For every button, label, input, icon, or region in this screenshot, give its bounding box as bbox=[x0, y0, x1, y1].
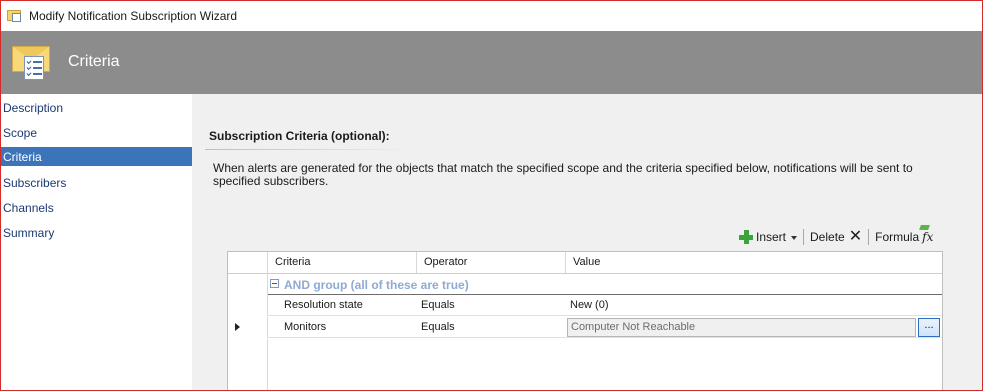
criteria-cell: Monitors bbox=[284, 321, 327, 333]
sidebar-item-channels[interactable]: Channels bbox=[1, 194, 192, 219]
sidebar-item-description[interactable]: Description bbox=[1, 94, 192, 119]
sidebar-item-scope[interactable]: Scope bbox=[1, 119, 192, 144]
envelope-checklist-icon bbox=[12, 42, 52, 84]
wizard-nav: Description Scope Criteria Subscribers C… bbox=[1, 94, 192, 390]
and-group-row[interactable]: AND group (all of these are true) bbox=[268, 275, 942, 295]
wizard-app-icon bbox=[7, 8, 23, 24]
chevron-down-icon bbox=[791, 235, 798, 240]
page-title: Criteria bbox=[68, 53, 120, 70]
column-header-value[interactable]: Value bbox=[566, 252, 942, 273]
browse-button[interactable]: ... bbox=[918, 318, 940, 337]
criteria-grid: Criteria Operator Value AND group (all o… bbox=[227, 251, 943, 390]
sidebar-item-criteria[interactable]: Criteria bbox=[1, 147, 192, 166]
delete-label: Delete bbox=[810, 230, 845, 244]
operator-cell[interactable]: Equals bbox=[421, 317, 455, 338]
section-title: Subscription Criteria (optional): bbox=[209, 129, 390, 143]
column-header-operator[interactable]: Operator bbox=[417, 252, 566, 273]
toolbar-separator bbox=[868, 229, 870, 245]
value-cell[interactable]: New (0) bbox=[570, 295, 609, 316]
delete-button[interactable]: Delete ✕ bbox=[807, 228, 865, 245]
column-header-criteria[interactable]: Criteria bbox=[268, 252, 417, 273]
sidebar-item-subscribers[interactable]: Subscribers bbox=[1, 169, 192, 194]
row-indicator bbox=[228, 274, 268, 295]
section-divider bbox=[205, 149, 413, 150]
insert-button[interactable]: Insert bbox=[736, 230, 800, 244]
operator-cell[interactable]: Equals bbox=[421, 295, 455, 316]
toolbar-separator bbox=[803, 229, 805, 245]
group-label: AND group (all of these are true) bbox=[284, 278, 469, 292]
criteria-description: When alerts are generated for the object… bbox=[213, 161, 913, 188]
collapse-icon[interactable] bbox=[270, 279, 279, 288]
table-row[interactable]: Resolution state Equals New (0) bbox=[228, 295, 942, 316]
delete-icon: ✕ bbox=[848, 228, 863, 245]
row-header-column bbox=[228, 339, 268, 390]
formula-icon: fx bbox=[922, 230, 934, 244]
sidebar-item-summary[interactable]: Summary bbox=[1, 219, 192, 244]
wizard-window: Modify Notification Subscription Wizard … bbox=[0, 0, 983, 391]
row-indicator bbox=[228, 295, 268, 316]
criteria-cell: Resolution state bbox=[284, 299, 363, 311]
window-title: Modify Notification Subscription Wizard bbox=[29, 9, 238, 23]
formula-label: Formula bbox=[875, 230, 920, 244]
insert-label: Insert bbox=[756, 230, 787, 244]
title-bar: Modify Notification Subscription Wizard bbox=[1, 1, 982, 31]
criteria-toolbar: Insert Delete ✕ Formula fx bbox=[736, 227, 936, 247]
value-input[interactable]: Computer Not Reachable bbox=[567, 318, 916, 337]
main-content: Subscription Criteria (optional): When a… bbox=[192, 94, 982, 390]
grid-header: Criteria Operator Value bbox=[228, 252, 942, 274]
wizard-header: Criteria bbox=[1, 31, 982, 94]
table-row[interactable]: Monitors Equals Computer Not Reachable .… bbox=[228, 317, 942, 338]
add-icon bbox=[739, 230, 753, 244]
row-header-corner bbox=[228, 252, 268, 273]
formula-button[interactable]: Formula fx bbox=[872, 230, 936, 244]
row-indicator bbox=[228, 317, 268, 338]
current-row-arrow-icon bbox=[235, 323, 240, 331]
